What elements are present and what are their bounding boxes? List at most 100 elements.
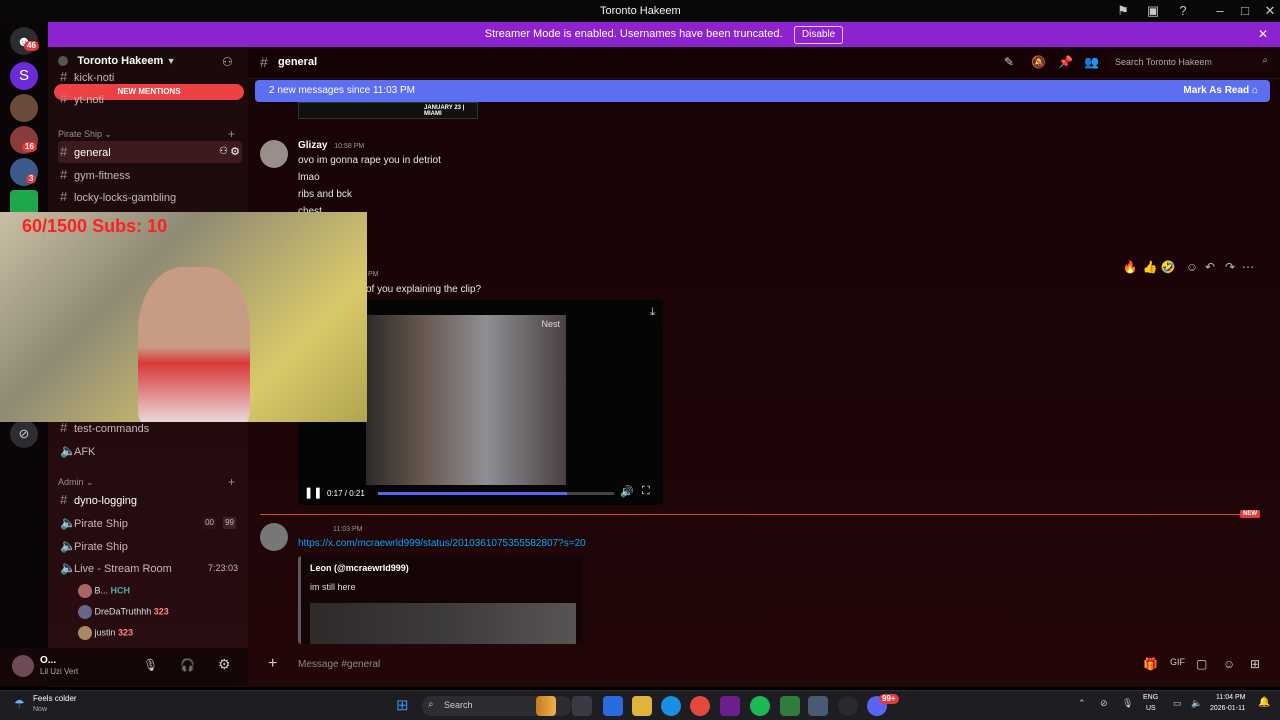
- message-author[interactable]: Glizay: [298, 140, 327, 151]
- gif-icon[interactable]: GIF: [1170, 657, 1185, 667]
- apps-icon[interactable]: ⊞: [1250, 657, 1260, 671]
- threads-icon[interactable]: ✎: [1004, 55, 1014, 69]
- notification-icon[interactable]: 🔔: [1258, 697, 1270, 708]
- add-reaction-icon[interactable]: ☺: [1184, 259, 1200, 275]
- help-icon[interactable]: ?: [1175, 3, 1191, 19]
- voice-channel-pirate-ship-2[interactable]: 🔈Pirate Ship: [58, 535, 242, 557]
- reply-icon[interactable]: ↶: [1202, 259, 1218, 275]
- pin-icon[interactable]: 📌: [1058, 55, 1073, 69]
- message-link[interactable]: https://x.com/mcraewrld999/status/201036…: [298, 538, 586, 549]
- chevron-up-icon[interactable]: ⌃: [1078, 698, 1086, 709]
- search-icon: ⌕: [1262, 55, 1268, 66]
- region-label[interactable]: US: [1146, 705, 1156, 712]
- download-icon[interactable]: ⤓: [650, 306, 655, 319]
- close-window-icon[interactable]: ✕: [1262, 3, 1278, 19]
- voice-user-tag: HCH: [110, 585, 131, 596]
- avatar[interactable]: [260, 140, 288, 168]
- new-messages-bar[interactable]: 2 new messages since 11:03 PM Mark As Re…: [255, 80, 1270, 102]
- voice-user[interactable]: B... HCH: [78, 584, 238, 600]
- taskbar-app-icon[interactable]: [536, 696, 556, 716]
- search-placeholder: Search Toronto Hakeem: [1115, 57, 1212, 67]
- lang-label[interactable]: ENG: [1143, 694, 1158, 701]
- new-divider-label: NEW: [1240, 510, 1260, 518]
- volume-icon[interactable]: 🔊: [620, 485, 634, 498]
- screen-icon[interactable]: ▣: [1145, 3, 1161, 19]
- settings-app-icon[interactable]: [808, 696, 828, 716]
- gift-icon[interactable]: 🎁: [1143, 657, 1158, 671]
- next-app-icon[interactable]: [720, 696, 740, 716]
- volume-tray-icon[interactable]: 🔈: [1191, 698, 1202, 709]
- file-explorer-icon[interactable]: [632, 696, 652, 716]
- channel-general[interactable]: # general ⚇ ⚙: [58, 141, 242, 163]
- more-options-icon[interactable]: ⋯: [1240, 259, 1256, 275]
- channel-gym-fitness[interactable]: # gym-fitness: [58, 164, 242, 186]
- channel-yt-noti[interactable]: # yt-noti: [58, 92, 242, 106]
- network-icon[interactable]: ⊘: [1100, 698, 1108, 709]
- video-progress-track[interactable]: [378, 492, 614, 495]
- title-bar: Toronto Hakeem ⚑ ▣ ? – □ ✕: [0, 0, 1280, 22]
- embed-image[interactable]: [310, 603, 576, 644]
- add-channel-icon[interactable]: +: [228, 475, 235, 489]
- settings-gear-icon[interactable]: ⚙: [218, 656, 231, 673]
- voice-channel-live-stream-room[interactable]: 🔈Live - Stream Room 7:23:03: [58, 557, 242, 579]
- weather-sub: Now: [33, 706, 48, 713]
- mark-as-read-button[interactable]: Mark As Read ⌂: [1183, 80, 1258, 102]
- message-composer[interactable]: + Message #general 🎁 GIF ▢ ☺ ⊞: [258, 650, 1273, 680]
- weather-icon[interactable]: ☂: [14, 697, 25, 711]
- display-icon[interactable]: ▭: [1173, 698, 1182, 709]
- server-icon[interactable]: [10, 94, 38, 122]
- user-avatar[interactable]: [12, 655, 34, 677]
- fire-reaction-icon[interactable]: 🔥: [1122, 259, 1138, 275]
- pause-icon[interactable]: ❚❚: [304, 486, 322, 499]
- mic-tray-icon[interactable]: 🎙: [1122, 698, 1133, 709]
- laugh-reaction-icon[interactable]: 🤣: [1160, 259, 1176, 275]
- forward-icon[interactable]: ↷: [1222, 259, 1238, 275]
- mute-icon[interactable]: 🔕: [1031, 55, 1046, 69]
- voice-channel-afk[interactable]: 🔈AFK: [58, 440, 242, 462]
- app-icon[interactable]: [838, 696, 858, 716]
- clock-date[interactable]: 2026-01-11: [1210, 705, 1245, 712]
- server-icon-s[interactable]: S: [10, 62, 38, 90]
- message-header: Glizay 10:58 PM: [298, 140, 364, 151]
- voice-user[interactable]: justin 323: [78, 626, 238, 642]
- channel-locky-locks-gambling[interactable]: # locky-locks-gambling: [58, 186, 242, 208]
- member-list-icon[interactable]: 👥: [1084, 55, 1099, 69]
- channel-dyno-logging[interactable]: # dyno-logging: [58, 489, 242, 511]
- xbox-app-icon[interactable]: [780, 696, 800, 716]
- headphones-icon[interactable]: 🎧: [180, 658, 195, 672]
- embed-author[interactable]: Leon (@mcraewrld999): [310, 563, 409, 573]
- add-attachment-icon[interactable]: +: [268, 655, 277, 673]
- discover-icon[interactable]: ⊘: [10, 420, 38, 448]
- copilot-icon[interactable]: [603, 696, 623, 716]
- add-channel-icon[interactable]: +: [228, 127, 235, 141]
- category-pirate-ship[interactable]: Pirate Ship ⌄: [58, 129, 112, 140]
- close-banner-icon[interactable]: ✕: [1258, 27, 1268, 41]
- avatar[interactable]: [260, 523, 288, 551]
- voice-channel-pirate-ship[interactable]: 🔈Pirate Ship 00 99: [58, 512, 242, 534]
- spotify-icon[interactable]: [750, 696, 770, 716]
- microphone-icon[interactable]: 🎙: [143, 658, 158, 672]
- edge-icon[interactable]: [661, 696, 681, 716]
- task-view-icon[interactable]: [572, 696, 592, 716]
- search-input[interactable]: Search Toronto Hakeem ⌕: [1108, 54, 1273, 72]
- thumbs-up-reaction-icon[interactable]: 👍: [1142, 259, 1158, 275]
- gear-icon[interactable]: ⚙: [230, 141, 240, 163]
- inbox-icon[interactable]: ⚑: [1115, 3, 1131, 19]
- sticker-icon[interactable]: ▢: [1196, 657, 1207, 671]
- maximize-icon[interactable]: □: [1237, 3, 1253, 19]
- disable-streamer-mode-button[interactable]: Disable: [793, 26, 844, 44]
- voice-user[interactable]: DreDaTruthhh 323: [78, 605, 238, 621]
- minimize-icon[interactable]: –: [1212, 3, 1228, 19]
- channel-kick-noti[interactable]: # kick-noti: [58, 70, 242, 84]
- category-admin[interactable]: Admin ⌄: [58, 477, 94, 488]
- invite-icon[interactable]: ⚇: [219, 141, 228, 163]
- fullscreen-icon[interactable]: ⛶: [642, 485, 650, 498]
- search-icon: ⌕: [428, 699, 434, 710]
- add-member-icon[interactable]: ⚇: [222, 55, 233, 69]
- chrome-icon[interactable]: [690, 696, 710, 716]
- emoji-icon[interactable]: ☺: [1223, 657, 1235, 671]
- clock-time[interactable]: 11:04 PM: [1216, 694, 1245, 701]
- start-icon[interactable]: ⊞: [396, 696, 409, 714]
- embed-image[interactable]: JANUARY 23 | MIAMI: [298, 102, 478, 119]
- webcam-overlay: 60/1500 Subs: 10: [0, 212, 367, 422]
